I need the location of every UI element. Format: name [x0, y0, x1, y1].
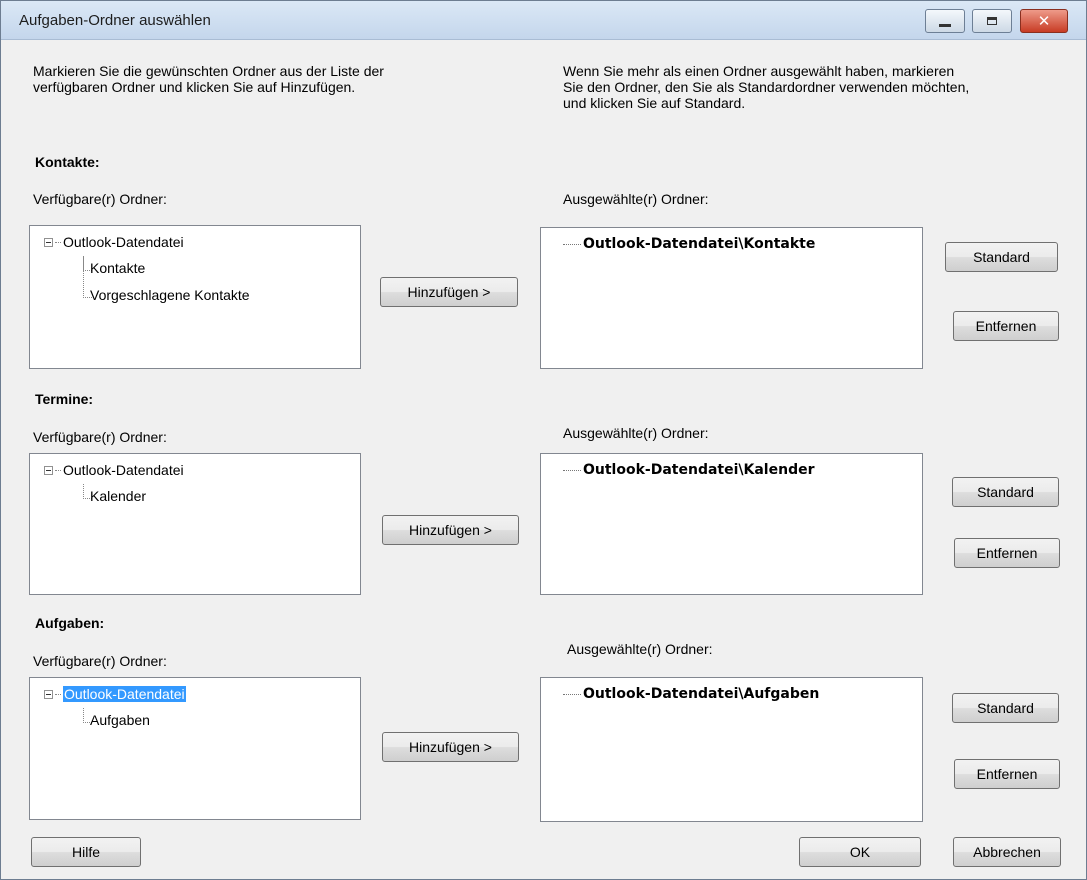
available-folders-tree-contacts[interactable]: Outlook-Datendatei Kontakte Vorgeschlage…	[29, 225, 361, 369]
help-button[interactable]: Hilfe	[31, 837, 141, 867]
instructions-right-line: Wenn Sie mehr als einen Ordner ausgewähl…	[563, 63, 955, 79]
available-folders-tree-appointments[interactable]: Outlook-Datendatei Kalender	[29, 453, 361, 595]
selected-folder-label: Outlook-Datendatei\Kontakte	[583, 236, 816, 252]
title-bar[interactable]: Aufgaben-Ordner auswählen ✕	[1, 1, 1086, 40]
remove-button-appointments[interactable]: Entfernen	[954, 538, 1060, 568]
section-heading-appointments: Termine:	[35, 391, 94, 407]
selected-folder-item[interactable]: Outlook-Datendatei\Aufgaben	[563, 686, 819, 702]
selected-label: Ausgewählte(r) Ordner:	[563, 191, 709, 207]
selected-folders-list-appointments[interactable]: Outlook-Datendatei\Kalender	[540, 453, 923, 595]
tree-connector	[55, 469, 61, 471]
standard-button-tasks[interactable]: Standard	[952, 693, 1059, 723]
instructions-right-line: Sie den Ordner, den Sie als Standardordn…	[563, 79, 970, 95]
instructions-right-line: und klicken Sie auf Standard.	[563, 95, 746, 111]
minimize-icon	[939, 23, 951, 27]
selected-folder-item[interactable]: Outlook-Datendatei\Kalender	[563, 462, 815, 478]
add-button-contacts[interactable]: Hinzufügen >	[380, 277, 518, 307]
instructions-left-line: Markieren Sie die gewünschten Ordner aus…	[33, 63, 384, 79]
minimize-button[interactable]	[925, 9, 965, 33]
dialog-window: Aufgaben-Ordner auswählen ✕ Markieren Si…	[0, 0, 1087, 880]
available-label: Verfügbare(r) Ordner:	[33, 191, 167, 207]
standard-button-appointments[interactable]: Standard	[952, 477, 1059, 507]
maximize-button[interactable]	[972, 9, 1012, 33]
available-label: Verfügbare(r) Ordner:	[33, 653, 167, 669]
tree-node-label: Outlook-Datendatei	[63, 234, 184, 250]
add-button-tasks[interactable]: Hinzufügen >	[382, 732, 519, 762]
tree-connector	[55, 241, 61, 243]
tree-node-child[interactable]: Kalender	[76, 488, 146, 504]
selected-folder-label: Outlook-Datendatei\Kalender	[583, 462, 815, 478]
instructions-right: Wenn Sie mehr als einen Ordner ausgewähl…	[563, 63, 969, 111]
ok-button[interactable]: OK	[799, 837, 921, 867]
tree-node-label: Vorgeschlagene Kontakte	[90, 287, 250, 303]
instructions-left-line: verfügbaren Ordner und klicken Sie auf H…	[33, 79, 356, 95]
tree-node-label-selected: Outlook-Datendatei	[63, 686, 186, 702]
remove-button-contacts[interactable]: Entfernen	[953, 311, 1059, 341]
tree-node-label: Kalender	[90, 488, 147, 504]
instructions-left: Markieren Sie die gewünschten Ordner aus…	[33, 63, 384, 95]
tree-connector	[563, 243, 581, 245]
selected-label: Ausgewählte(r) Ordner:	[563, 425, 709, 441]
collapse-icon[interactable]	[44, 237, 53, 247]
tree-node-root[interactable]: Outlook-Datendatei	[44, 234, 184, 250]
tree-node-root[interactable]: Outlook-Datendatei	[44, 686, 186, 702]
tree-connector	[563, 693, 581, 695]
selected-folder-item[interactable]: Outlook-Datendatei\Kontakte	[563, 236, 815, 252]
tree-node-child[interactable]: Aufgaben	[76, 712, 150, 728]
available-label: Verfügbare(r) Ordner:	[33, 429, 167, 445]
tree-node-label: Aufgaben	[90, 712, 150, 728]
tree-node-child[interactable]: Vorgeschlagene Kontakte	[76, 287, 250, 303]
selected-folders-list-contacts[interactable]: Outlook-Datendatei\Kontakte	[540, 227, 923, 369]
window-title: Aufgaben-Ordner auswählen	[19, 12, 211, 29]
tree-node-label: Kontakte	[90, 260, 146, 276]
tree-node-root[interactable]: Outlook-Datendatei	[44, 462, 184, 478]
tree-node-label: Outlook-Datendatei	[63, 462, 184, 478]
collapse-icon[interactable]	[44, 689, 53, 699]
add-button-appointments[interactable]: Hinzufügen >	[382, 515, 519, 545]
cancel-button[interactable]: Abbrechen	[953, 837, 1061, 867]
available-folders-tree-tasks[interactable]: Outlook-Datendatei Aufgaben	[29, 677, 361, 820]
tree-connector	[563, 469, 581, 471]
selected-label: Ausgewählte(r) Ordner:	[567, 641, 713, 657]
selected-folder-label: Outlook-Datendatei\Aufgaben	[583, 686, 820, 702]
section-heading-tasks: Aufgaben:	[35, 615, 105, 631]
tree-connector	[55, 693, 61, 695]
standard-button-contacts[interactable]: Standard	[945, 242, 1058, 272]
maximize-icon	[987, 17, 997, 25]
close-button[interactable]: ✕	[1020, 9, 1068, 33]
selected-folders-list-tasks[interactable]: Outlook-Datendatei\Aufgaben	[540, 677, 923, 822]
section-heading-contacts: Kontakte:	[35, 154, 100, 170]
collapse-icon[interactable]	[44, 465, 53, 475]
remove-button-tasks[interactable]: Entfernen	[954, 759, 1060, 789]
close-icon: ✕	[1037, 12, 1051, 30]
